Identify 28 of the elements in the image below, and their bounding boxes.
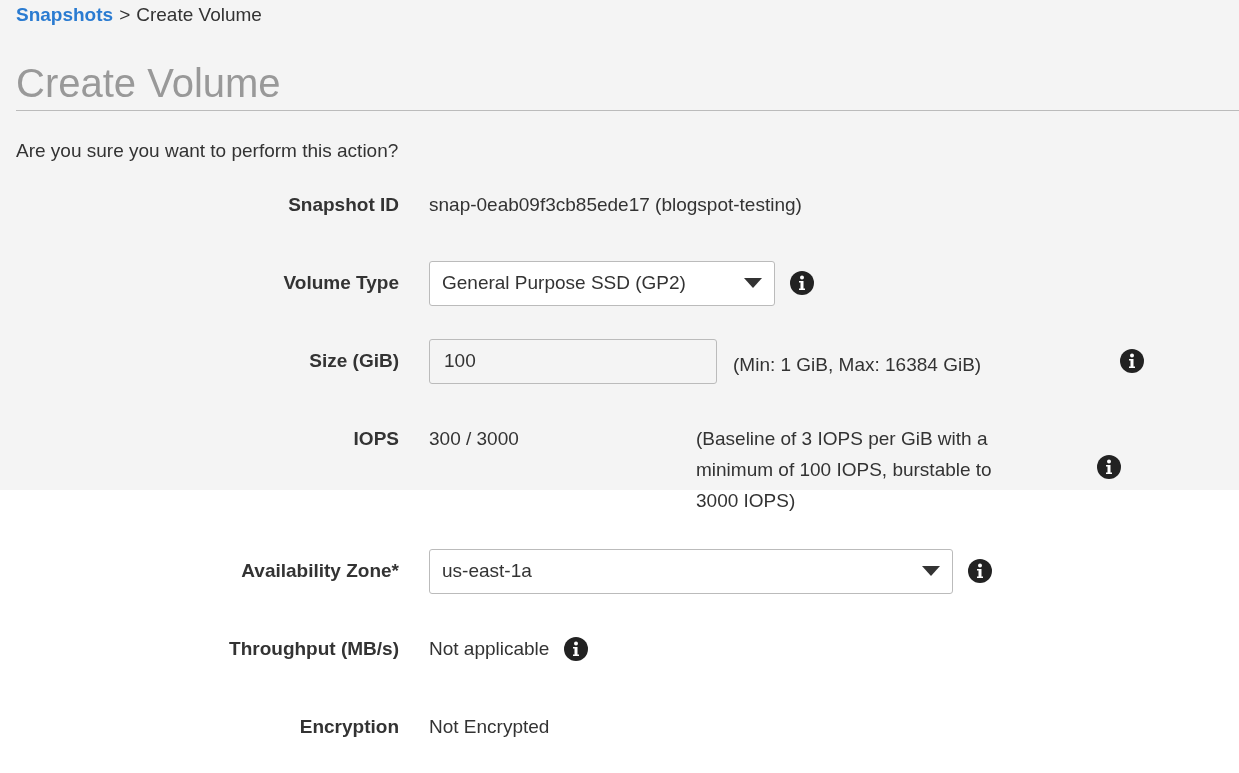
info-icon[interactable]: [790, 271, 814, 295]
info-icon[interactable]: [1097, 455, 1121, 479]
field-label: Size (GiB): [309, 349, 399, 373]
input-field[interactable]: 100: [429, 338, 717, 384]
field-hint: (Baseline of 3 IOPS per GiB with a minimum of 100 IOPS, burstable to 3000 IOPS): [696, 427, 993, 513]
field-label: Snapshot ID: [288, 193, 399, 217]
field-value: snap-0eab09f3cb85ede17 (blogspot-testing): [429, 193, 802, 217]
breadcrumb-link[interactable]: Snapshots: [16, 0, 114, 30]
field-value: Not Encrypted: [429, 715, 550, 739]
field-value: Not applicable: [429, 637, 550, 661]
dropdown[interactable]: General Purpose SSD (GP2): [429, 260, 775, 306]
field-label: Throughput (MB/s): [229, 637, 399, 661]
breadcrumb-separator: >: [119, 3, 131, 27]
caret-icon: [744, 278, 762, 288]
info-icon[interactable]: [564, 637, 589, 661]
breadcrumb-current: Create Volume: [136, 3, 262, 27]
field-label: Encryption: [299, 715, 399, 739]
info-icon[interactable]: [968, 559, 992, 583]
dropdown[interactable]: us-east-1a: [429, 548, 953, 594]
info-icon[interactable]: [1120, 349, 1144, 373]
page-title: Create Volume: [16, 58, 1239, 111]
caret-icon: [922, 566, 940, 576]
field-hint: (Min: 1 GiB, Max: 16384 GiB): [733, 352, 982, 377]
field-label: IOPS: [353, 427, 399, 451]
field-label: Availability Zone*: [241, 559, 399, 583]
field-label: Volume Type: [283, 271, 399, 295]
field-value: 300 / 3000: [429, 427, 520, 451]
confirmation-text: Are you sure you want to perform this action?: [16, 139, 400, 163]
